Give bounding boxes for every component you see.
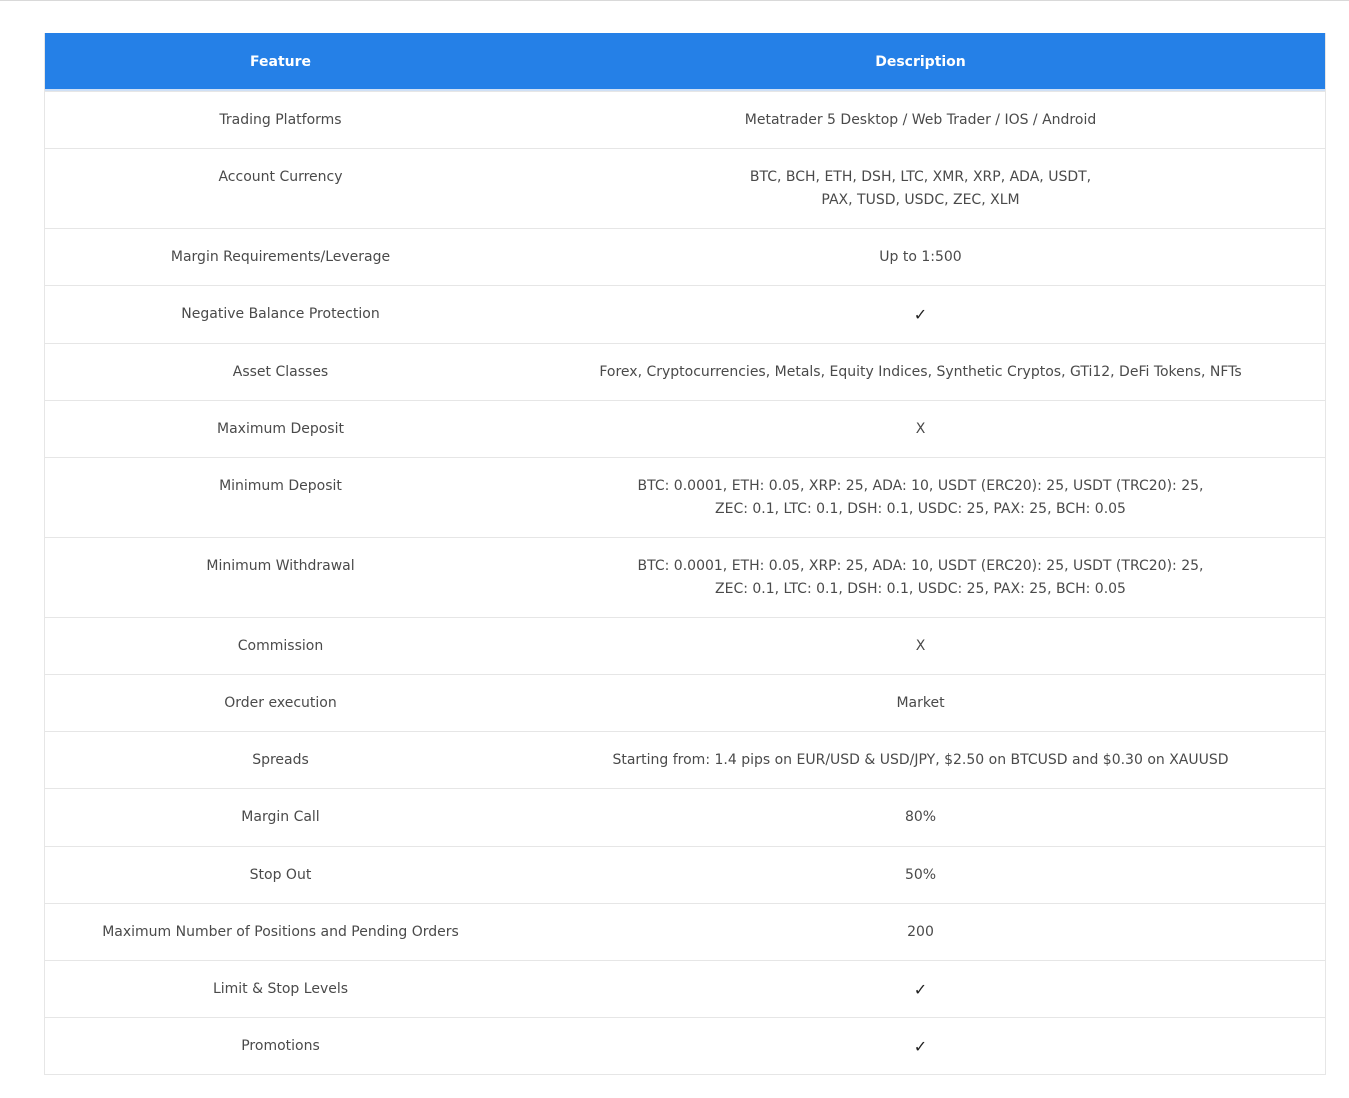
table-row: Order execution Market: [45, 674, 1325, 731]
feature-cell: Asset Classes: [232, 363, 329, 380]
feature-cell: Stop Out: [249, 866, 312, 883]
description-line: BTC, BCH, ETH, DSH, LTC, XMR, XRP, ADA, …: [749, 168, 1092, 185]
feature-cell: Minimum Withdrawal: [206, 558, 355, 574]
feature-cell: Margin Call: [241, 809, 320, 825]
table-row: Margin Call 80%: [45, 788, 1325, 846]
cross-mark: X: [915, 637, 926, 654]
cross-mark: X: [915, 420, 926, 437]
table-row: Trading Platforms Metatrader 5 Desktop /…: [45, 91, 1325, 148]
description-line: BTC: 0.0001, ETH: 0.05, XRP: 25, ADA: 10…: [637, 477, 1204, 494]
table-row: Limit & Stop Levels ✓: [45, 960, 1325, 1017]
checkmark-icon: ✓: [913, 979, 928, 999]
feature-cell: Maximum Deposit: [217, 420, 344, 437]
description-cell: 50%: [904, 866, 937, 883]
feature-cell: Order execution: [224, 694, 337, 711]
feature-cell: Spreads: [252, 751, 309, 768]
description-cell: BTC: 0.0001, ETH: 0.05, XRP: 25, ADA: 10…: [516, 458, 1325, 537]
table-row: Negative Balance Protection ✓: [45, 285, 1325, 343]
feature-cell: Trading Platforms: [219, 111, 342, 128]
table-row: Minimum Deposit BTC: 0.0001, ETH: 0.05, …: [45, 457, 1325, 537]
top-divider: [0, 0, 1349, 1]
table-row: Margin Requirements/Leverage Up to 1:500: [45, 228, 1325, 285]
description-cell: BTC: 0.0001, ETH: 0.05, XRP: 25, ADA: 10…: [516, 538, 1325, 617]
description-cell: Forex, Cryptocurrencies, Metals, Equity …: [599, 363, 1242, 380]
table-row: Account Currency BTC, BCH, ETH, DSH, LTC…: [45, 148, 1325, 228]
description-line: BTC: 0.0001, ETH: 0.05, XRP: 25, ADA: 10…: [637, 557, 1204, 574]
description-cell: 200: [907, 923, 934, 940]
description-line: ZEC: 0.1, LTC: 0.1, DSH: 0.1, USDC: 25, …: [715, 580, 1126, 597]
feature-cell: Commission: [237, 637, 324, 654]
feature-cell: Account Currency: [218, 169, 343, 185]
table-row: Commission X: [45, 617, 1325, 674]
table-row: Maximum Number of Positions and Pending …: [45, 903, 1325, 960]
table-row: Promotions ✓: [45, 1017, 1325, 1074]
checkmark-icon: ✓: [913, 1036, 928, 1056]
description-cell: Metatrader 5 Desktop / Web Trader / IOS …: [744, 111, 1097, 128]
features-table: Feature Description Trading Platforms Me…: [44, 33, 1326, 1075]
header-feature: Feature: [250, 53, 311, 70]
description-cell: Up to 1:500: [879, 248, 962, 265]
feature-cell: Minimum Deposit: [219, 478, 342, 494]
description-cell: Starting from: 1.4 pips on EUR/USD & USD…: [612, 751, 1229, 768]
feature-cell: Maximum Number of Positions and Pending …: [102, 923, 459, 940]
checkmark-icon: ✓: [913, 305, 928, 324]
table-row: Spreads Starting from: 1.4 pips on EUR/U…: [45, 731, 1325, 788]
table-row: Stop Out 50%: [45, 846, 1325, 903]
table-row: Maximum Deposit X: [45, 400, 1325, 457]
description-cell: 80%: [904, 809, 937, 825]
feature-cell: Promotions: [241, 1037, 320, 1054]
description-cell: BTC, BCH, ETH, DSH, LTC, XMR, XRP, ADA, …: [516, 149, 1325, 228]
feature-cell: Negative Balance Protection: [181, 306, 380, 322]
feature-cell: Limit & Stop Levels: [212, 980, 349, 997]
feature-cell: Margin Requirements/Leverage: [170, 248, 391, 265]
header-description: Description: [875, 53, 966, 70]
description-cell: Market: [896, 694, 945, 711]
table-row: Minimum Withdrawal BTC: 0.0001, ETH: 0.0…: [45, 537, 1325, 617]
description-line: ZEC: 0.1, LTC: 0.1, DSH: 0.1, USDC: 25, …: [715, 500, 1126, 517]
table-header: Feature Description: [45, 33, 1325, 91]
description-line: PAX, TUSD, USDC, ZEC, XLM: [821, 191, 1020, 208]
table-row: Asset Classes Forex, Cryptocurrencies, M…: [45, 343, 1325, 400]
